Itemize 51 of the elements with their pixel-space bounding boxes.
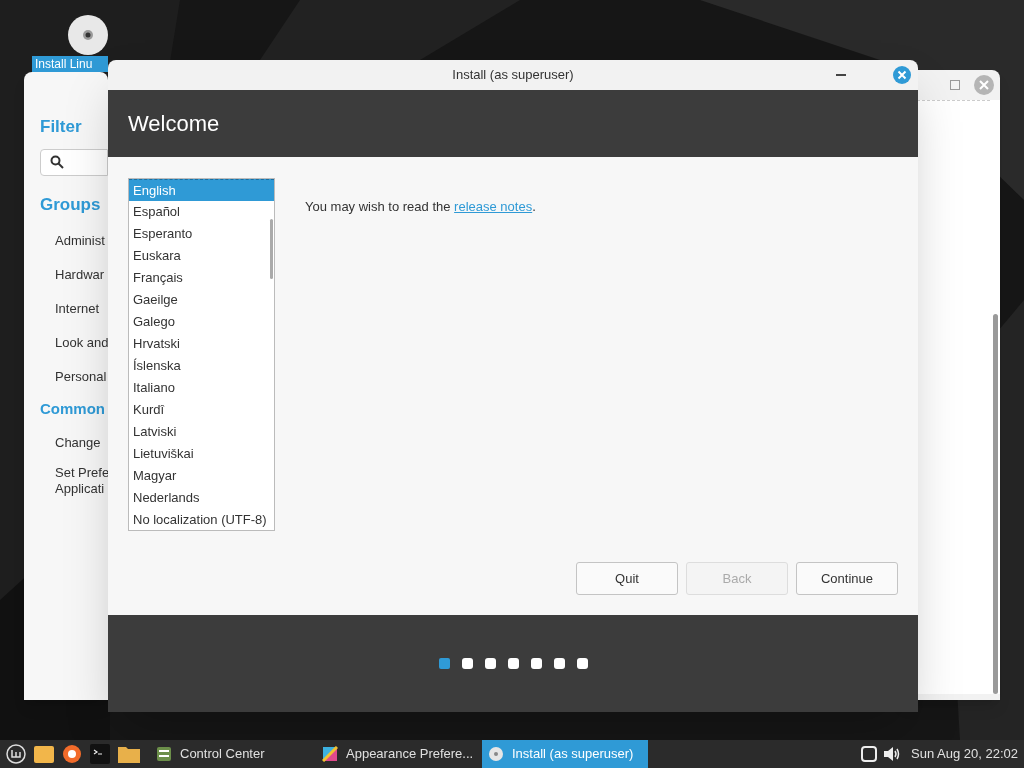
terminal-icon[interactable]: [90, 744, 110, 764]
list-item[interactable]: Galego: [129, 311, 267, 333]
volume-icon[interactable]: [883, 746, 901, 762]
list-item[interactable]: Español: [129, 201, 267, 223]
control-panel-icon: [156, 746, 172, 762]
sidebar-item[interactable]: Administ: [55, 224, 105, 258]
quit-button[interactable]: Quit: [576, 562, 678, 595]
disc-icon[interactable]: [67, 14, 109, 56]
list-item[interactable]: Íslenska: [129, 355, 267, 377]
sidebar-item[interactable]: Look and: [55, 326, 108, 360]
clock[interactable]: Sun Aug 20, 22:02: [911, 744, 1018, 764]
language-list[interactable]: English Español Esperanto Euskara Français Gaeilge Galego Hrvatski Íslenska Italiano Kurdî Latviski Lietuviškai Magyar Nederlands No localization (UTF-8): [128, 178, 275, 531]
folder-icon[interactable]: [34, 745, 54, 763]
browser-icon[interactable]: [62, 744, 82, 764]
folder-icon[interactable]: [118, 745, 140, 763]
page-heading: Welcome: [128, 110, 220, 138]
sidebar-item[interactable]: Set Prefe Applicati: [55, 464, 108, 497]
release-notes-message: You may wish to read the release notes.: [305, 198, 536, 215]
continue-button[interactable]: Continue: [796, 562, 898, 595]
section-heading: Common: [40, 399, 105, 419]
maximize-icon[interactable]: [950, 80, 960, 90]
list-item[interactable]: Euskara: [129, 245, 267, 267]
list-item[interactable]: Lietuviškai: [129, 443, 267, 465]
list-item[interactable]: Kurdî: [129, 399, 267, 421]
scrollbar-thumb[interactable]: [270, 219, 273, 279]
sidebar-item[interactable]: Personal: [55, 360, 107, 394]
window-icon[interactable]: [861, 746, 877, 762]
search-icon: [50, 155, 64, 169]
close-icon[interactable]: [893, 66, 911, 84]
sidebar-item[interactable]: Change: [55, 434, 101, 451]
section-heading: Groups: [40, 193, 101, 216]
list-item[interactable]: Esperanto: [129, 223, 267, 245]
list-item[interactable]: Latviski: [129, 421, 267, 443]
section-heading: Filter: [40, 116, 82, 138]
window-title: Install (as superuser): [452, 66, 574, 85]
list-item[interactable]: Italiano: [129, 377, 267, 399]
taskbar-button[interactable]: Appearance Prefere...: [316, 740, 482, 768]
list-item[interactable]: Magyar: [129, 465, 267, 487]
menu-icon[interactable]: [6, 744, 26, 764]
scrollbar[interactable]: [990, 100, 1000, 694]
list-item[interactable]: Nederlands: [129, 487, 267, 509]
list-item[interactable]: Gaeilge: [129, 289, 267, 311]
list-item[interactable]: Hrvatski: [129, 333, 267, 355]
sidebar-item[interactable]: Hardwar: [55, 258, 105, 292]
list-item[interactable]: Français: [129, 267, 267, 289]
disc-icon: [488, 746, 504, 762]
list-item[interactable]: No localization (UTF-8): [129, 509, 267, 530]
search-field[interactable]: [40, 148, 108, 176]
taskbar-button[interactable]: Control Center: [150, 740, 316, 768]
sidebar-item[interactable]: Internet: [55, 292, 100, 326]
palette-icon: [322, 746, 338, 762]
